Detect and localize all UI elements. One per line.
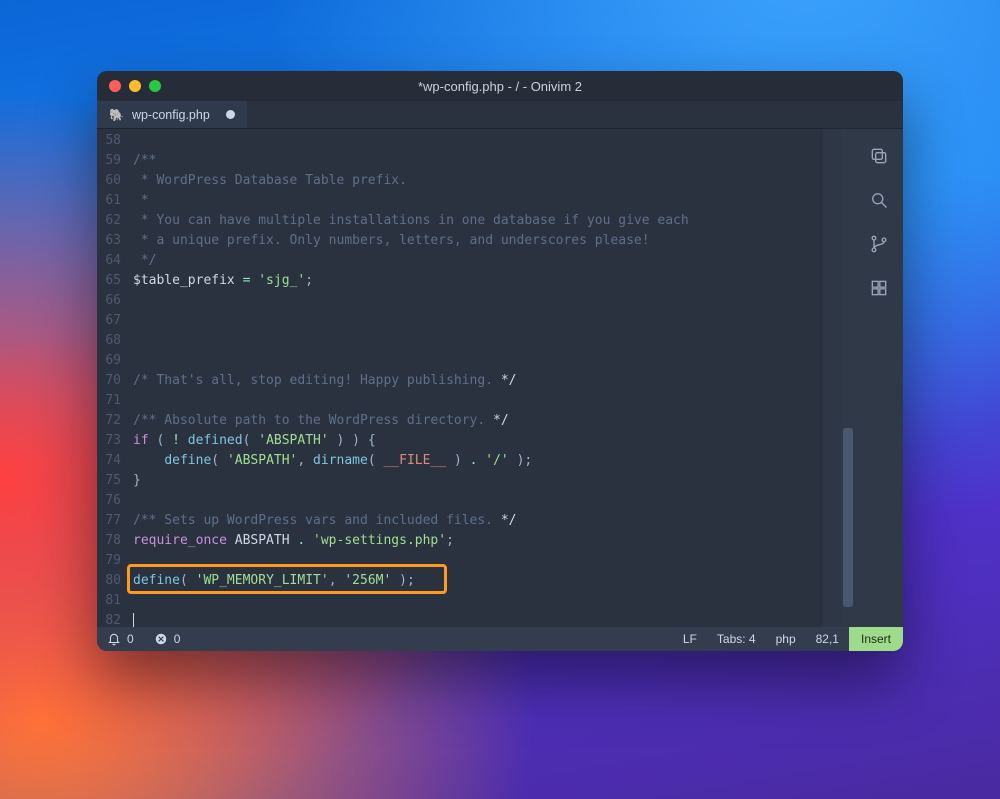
error-icon	[154, 632, 168, 646]
minimap[interactable]	[823, 129, 841, 627]
code-line[interactable]: define( 'ABSPATH', dirname( __FILE__ ) .…	[133, 451, 823, 471]
line-number: 72	[97, 411, 121, 431]
code-line[interactable]	[133, 491, 823, 511]
tab-bar: 🐘 wp-config.php	[97, 101, 903, 129]
code-line[interactable]	[133, 311, 823, 331]
code-line[interactable]	[133, 351, 823, 371]
branch-icon[interactable]	[868, 233, 890, 255]
code-line[interactable]	[133, 131, 823, 151]
code-editor[interactable]: 5859606162636465666768697071727374757677…	[97, 129, 823, 627]
code-line[interactable]	[133, 551, 823, 571]
line-number: 66	[97, 291, 121, 311]
scrollbar-thumb[interactable]	[843, 428, 853, 607]
notifications-count: 0	[127, 632, 134, 646]
code-line[interactable]: /** Sets up WordPress vars and included …	[133, 511, 823, 531]
status-notifications[interactable]: 0	[97, 627, 144, 651]
code-line[interactable]: *	[133, 191, 823, 211]
line-number: 71	[97, 391, 121, 411]
code-line[interactable]: require_once ABSPATH . 'wp-settings.php'…	[133, 531, 823, 551]
status-tabs[interactable]: Tabs: 4	[707, 627, 766, 651]
line-number: 79	[97, 551, 121, 571]
line-number: 80	[97, 571, 121, 591]
status-mode[interactable]: Insert	[849, 627, 903, 651]
activity-bar	[855, 129, 903, 627]
desktop-background: *wp-config.php - / - Onivim 2 🐘 wp-confi…	[0, 0, 1000, 799]
code-line[interactable]: }	[133, 471, 823, 491]
line-number: 68	[97, 331, 121, 351]
code-line[interactable]	[133, 591, 823, 611]
line-number: 64	[97, 251, 121, 271]
window-close-button[interactable]	[109, 80, 121, 92]
line-number: 69	[97, 351, 121, 371]
bell-icon	[107, 632, 121, 646]
php-file-icon: 🐘	[109, 108, 124, 122]
code-line[interactable]	[133, 391, 823, 411]
search-icon[interactable]	[868, 189, 890, 211]
line-number: 60	[97, 171, 121, 191]
window-title: *wp-config.php - / - Onivim 2	[97, 79, 903, 94]
status-eol[interactable]: LF	[673, 627, 707, 651]
code-line[interactable]: * You can have multiple installations in…	[133, 211, 823, 231]
tab-label: wp-config.php	[132, 108, 210, 122]
text-cursor	[133, 613, 134, 627]
line-number: 59	[97, 151, 121, 171]
errors-count: 0	[174, 632, 181, 646]
line-number: 58	[97, 131, 121, 151]
line-number: 73	[97, 431, 121, 451]
editor-window: *wp-config.php - / - Onivim 2 🐘 wp-confi…	[97, 71, 903, 651]
line-number: 76	[97, 491, 121, 511]
line-number: 78	[97, 531, 121, 551]
tab-wp-config[interactable]: 🐘 wp-config.php	[97, 101, 247, 128]
code-line[interactable]: /* That's all, stop editing! Happy publi…	[133, 371, 823, 391]
line-number: 62	[97, 211, 121, 231]
code-line[interactable]: * WordPress Database Table prefix.	[133, 171, 823, 191]
code-line[interactable]: /** Absolute path to the WordPress direc…	[133, 411, 823, 431]
line-number: 74	[97, 451, 121, 471]
code-area[interactable]: /** * WordPress Database Table prefix. *…	[127, 129, 823, 627]
status-errors[interactable]: 0	[144, 627, 191, 651]
code-line[interactable]	[133, 291, 823, 311]
code-line[interactable]	[133, 331, 823, 351]
window-minimize-button[interactable]	[129, 80, 141, 92]
line-number: 67	[97, 311, 121, 331]
grid-icon[interactable]	[868, 277, 890, 299]
line-number-gutter: 5859606162636465666768697071727374757677…	[97, 129, 127, 627]
line-number: 65	[97, 271, 121, 291]
window-titlebar[interactable]: *wp-config.php - / - Onivim 2	[97, 71, 903, 101]
status-lang[interactable]: php	[766, 627, 806, 651]
tab-modified-indicator	[226, 110, 235, 119]
code-line[interactable]: */	[133, 251, 823, 271]
code-line[interactable]: define( 'WP_MEMORY_LIMIT', '256M' );	[133, 571, 823, 591]
copy-icon[interactable]	[868, 145, 890, 167]
window-zoom-button[interactable]	[149, 80, 161, 92]
status-pos[interactable]: 82,1	[806, 627, 849, 651]
line-number: 70	[97, 371, 121, 391]
code-line[interactable]: if ( ! defined( 'ABSPATH' ) ) {	[133, 431, 823, 451]
code-line[interactable]	[133, 611, 823, 627]
code-line[interactable]: $table_prefix = 'sjg_';	[133, 271, 823, 291]
code-line[interactable]: * a unique prefix. Only numbers, letters…	[133, 231, 823, 251]
status-bar: 0 0 LF Tabs: 4 php 82,1 Insert	[97, 627, 903, 651]
editor-body: 5859606162636465666768697071727374757677…	[97, 129, 903, 627]
line-number: 81	[97, 591, 121, 611]
line-number: 77	[97, 511, 121, 531]
line-number: 75	[97, 471, 121, 491]
vertical-scrollbar[interactable]	[841, 129, 855, 627]
line-number: 63	[97, 231, 121, 251]
code-line[interactable]: /**	[133, 151, 823, 171]
line-number: 61	[97, 191, 121, 211]
traffic-lights	[109, 80, 161, 92]
